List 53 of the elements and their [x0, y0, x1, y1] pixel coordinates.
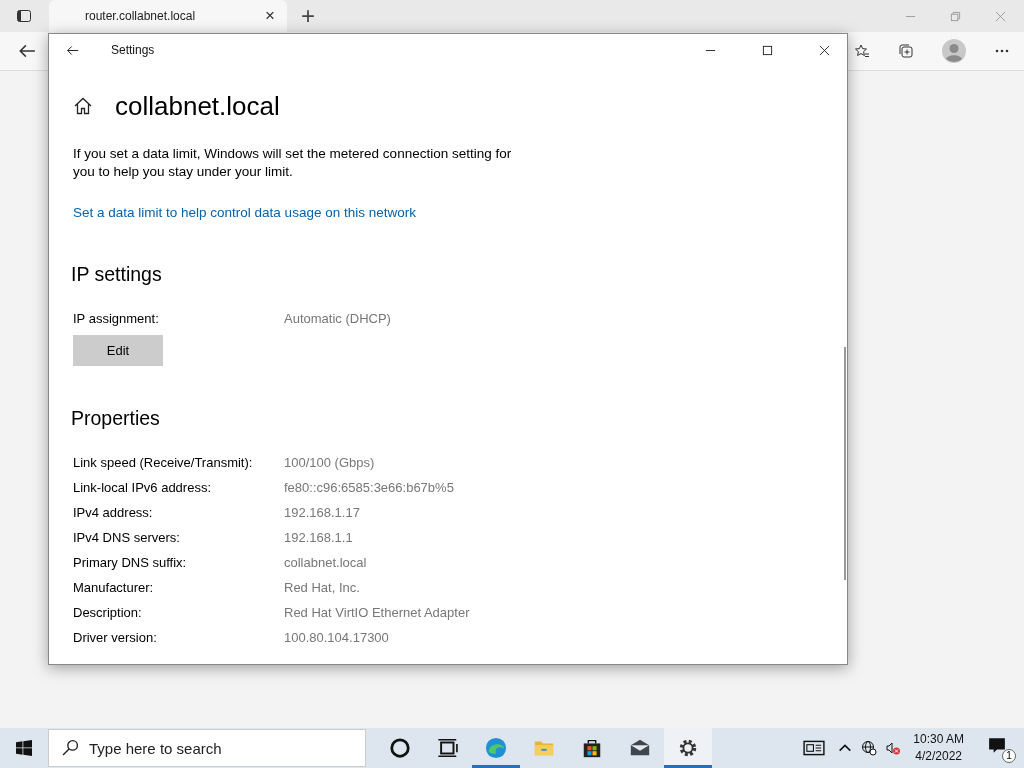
muted-speaker-icon[interactable] — [885, 740, 902, 756]
property-value: 192.168.1.1 — [284, 530, 353, 545]
property-value: Red Hat VirtIO Ethernet Adapter — [284, 605, 470, 620]
browser-app-icon[interactable] — [485, 737, 507, 759]
property-label: Link speed (Receive/Transmit): — [73, 455, 254, 470]
browser-tab[interactable]: router.collabnet.local × — [49, 0, 287, 32]
property-label: Driver version: — [73, 630, 158, 645]
globe-icon[interactable] — [861, 740, 878, 756]
clock-time[interactable]: 10:30 AM — [913, 731, 964, 748]
property-label: Primary DNS suffix: — [73, 555, 188, 570]
section-heading: Properties — [71, 407, 161, 430]
profile-icon[interactable] — [942, 39, 966, 63]
home-icon — [73, 96, 93, 116]
edit-button[interactable]: Edit — [73, 335, 163, 366]
window-title: Settings — [111, 43, 155, 57]
property-label: IP assignment: — [73, 311, 160, 326]
news-icon[interactable] — [803, 739, 826, 757]
maximize-icon[interactable] — [762, 44, 773, 56]
back-icon[interactable] — [18, 42, 36, 60]
cortana-icon[interactable] — [389, 737, 411, 759]
property-label: Link-local IPv6 address: — [73, 480, 212, 495]
data-limit-link[interactable]: Set a data limit to help control data usage on this network — [73, 205, 416, 220]
tab-title: router.collabnet.local — [85, 9, 197, 23]
property-value: fe80::c96:6585:3e66:b67b%5 — [284, 480, 454, 495]
clock-date[interactable]: 4/2/2022 — [915, 748, 962, 765]
section-heading: IP settings — [71, 263, 163, 286]
close-tab-button[interactable]: × — [265, 6, 275, 26]
property-value: 192.168.1.17 — [284, 505, 360, 520]
property-label: Manufacturer: — [73, 580, 155, 595]
info-text: If you set a data limit, Windows will set the metered connection setting for you to help you stay under your limit. — [73, 145, 513, 181]
task-view-icon[interactable] — [437, 737, 459, 759]
property-value: Automatic (DHCP) — [284, 311, 391, 326]
back-icon[interactable] — [66, 43, 79, 57]
property-label: Description: — [73, 605, 143, 620]
notification-badge: 1 — [1002, 749, 1016, 763]
favorites-icon[interactable] — [854, 43, 870, 59]
collections-icon[interactable] — [898, 43, 914, 59]
property-value: 100/100 (Gbps) — [284, 455, 375, 470]
property-value: collabnet.local — [284, 555, 367, 570]
store-icon[interactable] — [581, 737, 603, 759]
notification-icon[interactable] — [986, 737, 1008, 755]
new-tab-button[interactable]: + — [301, 2, 315, 30]
scrollbar[interactable] — [844, 347, 846, 580]
property-value: Red Hat, Inc. — [284, 580, 360, 595]
property-label: IPv4 DNS servers: — [73, 530, 181, 545]
page-title: collabnet.local — [115, 90, 280, 122]
property-value: 100.80.104.17300 — [284, 630, 389, 645]
gear-icon[interactable] — [677, 737, 699, 759]
close-icon[interactable] — [819, 44, 830, 56]
search-field[interactable]: Type here to search — [48, 729, 366, 767]
tab-actions-icon[interactable] — [16, 8, 32, 24]
start-icon[interactable] — [16, 740, 32, 756]
property-label: IPv4 address: — [73, 505, 154, 520]
